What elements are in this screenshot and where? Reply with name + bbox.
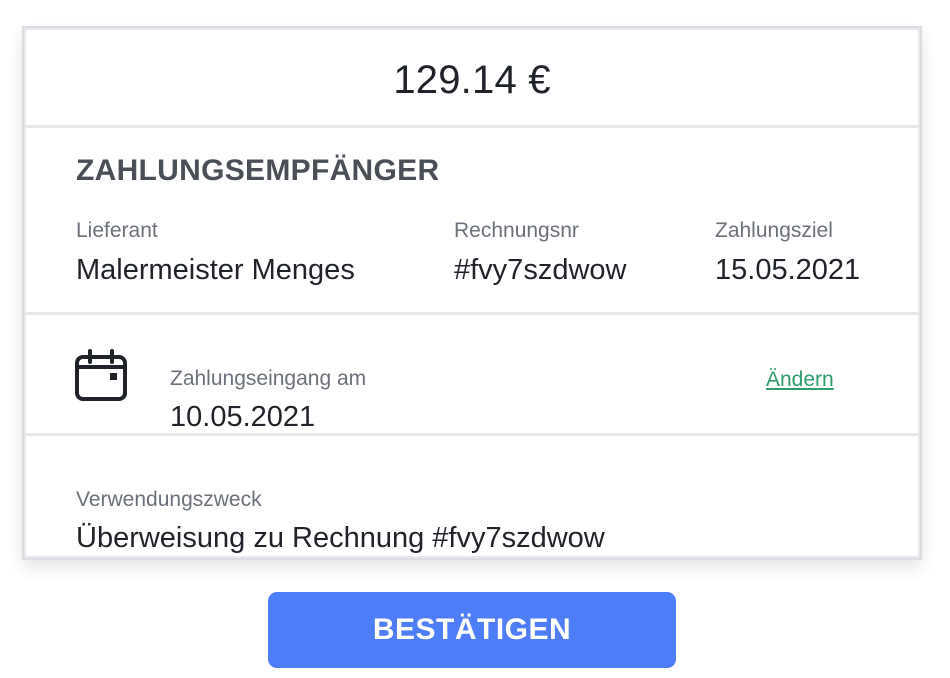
payment-date-section: Zahlungseingang am 10.05.2021 Ändern [26,315,918,433]
purpose-section: Verwendungszweck Überweisung zu Rechnung… [26,436,918,556]
payment-date-label: Zahlungseingang am [170,367,367,390]
invoice-number-value: #fvy7szdwow [454,254,627,286]
supplier-value: Malermeister Menges [76,254,355,286]
invoice-number-label: Rechnungsnr [454,219,579,242]
payment-date-value: 10.05.2021 [170,401,316,433]
payee-section: ZAHLUNGSEMPFÄNGER Lieferant Malermeister… [26,128,918,312]
change-date-link[interactable]: Ändern [766,368,834,392]
supplier-label: Lieferant [76,219,158,242]
amount-section: 129.14 € [26,30,918,125]
purpose-label: Verwendungszweck [76,488,262,511]
calendar-icon [75,349,127,401]
payment-amount: 129.14 € [393,58,551,102]
payee-title: ZAHLUNGSEMPFÄNGER [76,154,440,187]
purpose-value: Überweisung zu Rechnung #fvy7szdwow [76,522,605,554]
due-date-value: 15.05.2021 [715,254,861,286]
confirm-button[interactable]: BESTÄTIGEN [268,592,676,668]
due-date-label: Zahlungsziel [715,219,833,242]
payment-card: 129.14 € ZAHLUNGSEMPFÄNGER Lieferant Mal… [22,26,922,560]
